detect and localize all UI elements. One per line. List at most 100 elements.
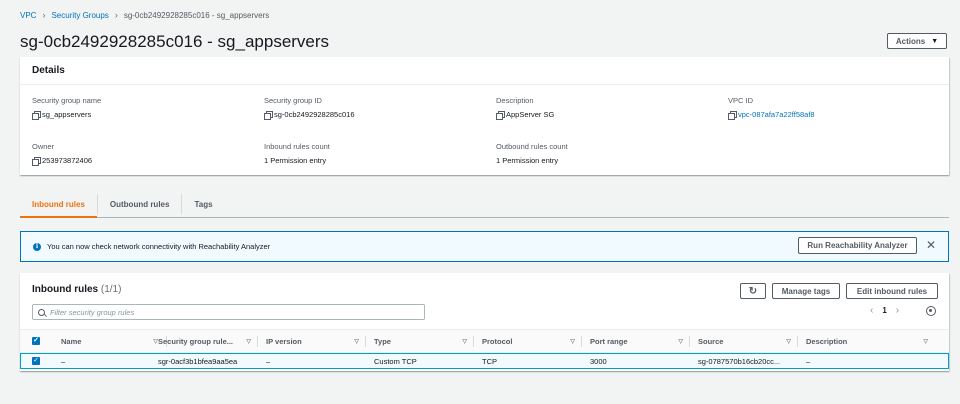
column-label: Name: [61, 336, 82, 346]
description-value: AppServer SG: [506, 110, 555, 119]
chevron-right-icon[interactable]: ›: [896, 305, 899, 316]
outbound-count-value: 1 Permission entry: [496, 156, 559, 165]
copy-icon[interactable]: [32, 157, 41, 166]
copy-icon[interactable]: [264, 111, 273, 120]
chevron-right-icon: ›: [42, 10, 46, 20]
breadcrumb-current: sg-0cb2492928285c016 - sg_appservers: [123, 10, 270, 20]
checkbox-checked-icon: ✓: [32, 337, 40, 345]
caret-down-icon: ▼: [931, 37, 939, 45]
field-label: VPC ID: [728, 96, 754, 105]
field-sg-id: Security group ID sg-0cb2492928285c016: [264, 96, 355, 120]
cell-name: –: [61, 356, 66, 366]
column-divider: [365, 336, 366, 347]
column-header-rule-id[interactable]: Security group rule... ▽: [158, 330, 259, 352]
column-label: IP version: [266, 336, 302, 346]
field-sg-name: Security group name sg_appservers: [32, 96, 102, 120]
refresh-button[interactable]: ↻: [740, 283, 766, 299]
field-vpc-id: VPC ID vpc-087afa7a22ff58af8: [728, 96, 815, 120]
owner-value: 253973872406: [42, 156, 93, 165]
column-header-source[interactable]: Source ▽: [698, 330, 799, 352]
column-label: Protocol: [482, 336, 513, 346]
column-label: Security group rule...: [158, 336, 234, 346]
chevron-left-icon[interactable]: ‹: [870, 305, 873, 316]
filter-input[interactable]: Filter security group rules: [32, 304, 425, 320]
run-reachability-analyzer-button[interactable]: Run Reachability Analyzer: [798, 237, 917, 254]
row-checkbox[interactable]: ✓: [32, 354, 40, 368]
table-row[interactable]: ✓ – sgr-0acf3b1bfea9aa5ea – Custom TCP T…: [20, 353, 949, 369]
breadcrumb-vpc-link[interactable]: VPC: [20, 11, 36, 20]
cell-port-range: 3000: [590, 356, 607, 366]
tab-tags[interactable]: Tags: [182, 191, 224, 217]
column-header-description[interactable]: Description ▽: [806, 330, 936, 352]
tab-inbound-rules[interactable]: Inbound rules: [20, 191, 97, 218]
tab-outbound-rules[interactable]: Outbound rules: [98, 191, 182, 217]
actions-label: Actions: [895, 36, 926, 46]
edit-inbound-rules-button[interactable]: Edit inbound rules: [846, 283, 938, 299]
column-header-ip-version[interactable]: IP version ▽: [266, 330, 367, 352]
field-outbound-count: Outbound rules count 1 Permission entry: [496, 142, 568, 165]
rules-title: Inbound rules (1/1): [32, 284, 121, 295]
column-label: Source: [698, 336, 724, 346]
vpc-id-link[interactable]: vpc-087afa7a22ff58af8: [738, 110, 815, 119]
sort-icon: ▽: [354, 338, 359, 345]
info-icon: i: [33, 242, 41, 251]
field-label: Outbound rules count: [496, 142, 568, 151]
details-heading: Details: [20, 57, 949, 85]
sg-id-value: sg-0cb2492928285c016: [274, 110, 355, 119]
field-label: Description: [496, 96, 534, 105]
copy-icon[interactable]: [728, 111, 737, 120]
checkbox-checked-icon: ✓: [32, 357, 40, 365]
pagination: ‹ 1 ›: [870, 305, 899, 316]
filter-placeholder: Filter security group rules: [50, 307, 135, 317]
column-header-protocol[interactable]: Protocol ▽: [482, 330, 583, 352]
page-title: sg-0cb2492928285c016 - sg_appservers: [20, 32, 330, 51]
column-divider: [257, 336, 258, 347]
select-all-checkbox[interactable]: ✓: [32, 330, 52, 352]
table-header: ✓ Name ▽ Security group rule... ▽ IP versi…: [20, 329, 949, 353]
cell-rule-id: sgr-0acf3b1bfea9aa5ea: [158, 356, 238, 366]
column-label: Type: [374, 336, 391, 346]
column-label: Port range: [590, 336, 628, 346]
column-divider: [689, 336, 690, 347]
column-divider: [473, 336, 474, 347]
sg-name-value: sg_appservers: [42, 110, 92, 119]
details-panel: Details Security group name sg_appserver…: [20, 57, 949, 175]
sort-icon: ▽: [786, 338, 791, 345]
rules-title-label: Inbound rules: [32, 284, 99, 295]
chevron-right-icon: ›: [114, 10, 118, 20]
column-header-type[interactable]: Type ▽: [374, 330, 475, 352]
inbound-count-value: 1 Permission entry: [264, 156, 327, 165]
copy-icon[interactable]: [496, 111, 505, 120]
cell-description: –: [806, 356, 811, 366]
field-inbound-count: Inbound rules count 1 Permission entry: [264, 142, 330, 165]
close-icon[interactable]: ✕: [925, 239, 937, 251]
field-label: Owner: [32, 142, 55, 151]
gear-icon[interactable]: [926, 306, 936, 316]
cell-protocol: TCP: [482, 356, 497, 366]
field-label: Security group name: [32, 96, 102, 105]
column-divider: [581, 336, 582, 347]
tab-bar: Inbound rules Outbound rules Tags: [20, 191, 949, 218]
actions-button[interactable]: Actions ▼: [887, 33, 947, 49]
sort-icon: ▽: [923, 338, 928, 345]
copy-icon[interactable]: [32, 111, 41, 120]
search-icon: [38, 308, 45, 316]
column-divider: [797, 336, 798, 347]
breadcrumb-security-groups-link[interactable]: Security Groups: [51, 11, 108, 20]
field-label: Security group ID: [264, 96, 322, 105]
manage-tags-button[interactable]: Manage tags: [772, 283, 840, 299]
inbound-rules-panel: Inbound rules (1/1) ↻ Manage tags Edit i…: [20, 273, 949, 371]
banner-text: You can now check network connectivity w…: [47, 242, 271, 251]
field-owner: Owner 253973872406: [32, 142, 93, 166]
column-label: Description: [806, 336, 848, 346]
rules-count: (1/1): [100, 284, 122, 295]
column-header-name[interactable]: Name ▽: [61, 330, 166, 352]
sort-icon: ▽: [462, 338, 467, 345]
cell-source: sg-0787570b16cb20cc...: [698, 356, 781, 366]
page-number[interactable]: 1: [882, 306, 886, 315]
refresh-icon: ↻: [748, 285, 758, 297]
column-header-port-range[interactable]: Port range ▽: [590, 330, 691, 352]
cell-ip-version: –: [266, 356, 271, 366]
sort-icon: ▽: [678, 338, 683, 345]
sort-icon: ▽: [246, 338, 251, 345]
